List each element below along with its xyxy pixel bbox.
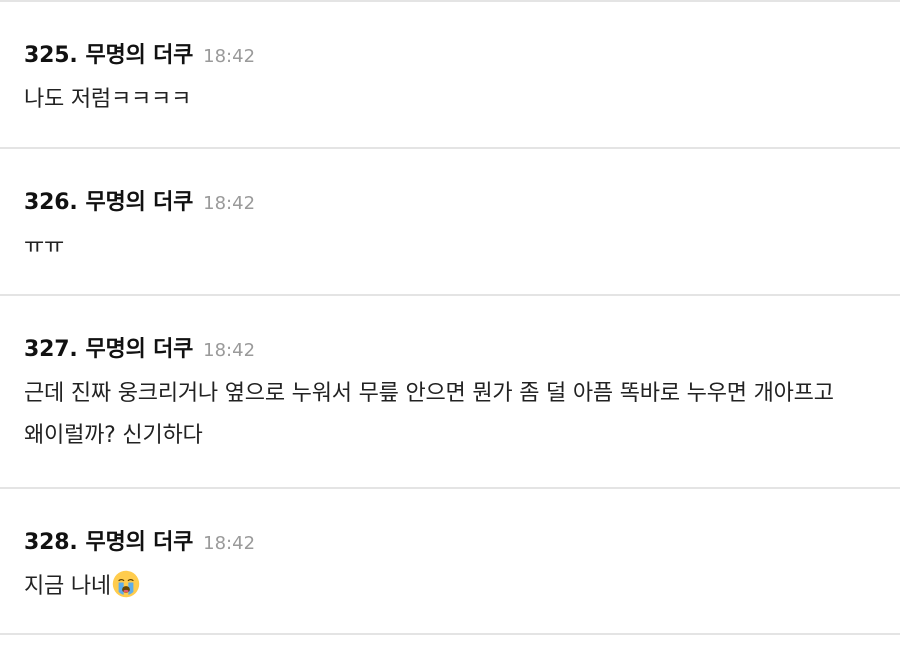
comment-item: 328. 무명의 더쿠 18:42 지금 나네 xyxy=(0,488,900,634)
comment-author: 무명의 더쿠 xyxy=(85,190,194,215)
comment-number[interactable]: 327. xyxy=(24,337,78,362)
comment-header: 327. 무명의 더쿠 18:42 xyxy=(24,331,255,363)
comment-header: 325. 무명의 더쿠 18:42 xyxy=(24,37,255,69)
comment-author: 무명의 더쿠 xyxy=(85,530,194,555)
comment-time: 18:42 xyxy=(203,46,256,67)
comment-body: 지금 나네 xyxy=(24,574,111,599)
comment-body: 나도 저럼ㅋㅋㅋㅋ xyxy=(24,87,192,112)
comment-header: 328. 무명의 더쿠 18:42 xyxy=(24,524,255,556)
comment-item: 325. 무명의 더쿠 18:42 나도 저럼ㅋㅋㅋㅋ xyxy=(0,0,900,148)
loudly-crying-face-icon xyxy=(112,570,140,598)
comment-author: 무명의 더쿠 xyxy=(85,43,194,68)
comment-number[interactable]: 328. xyxy=(24,530,78,555)
comment-item: 326. 무명의 더쿠 18:42 ㅠㅠ xyxy=(0,148,900,295)
comment-time: 18:42 xyxy=(203,193,256,214)
divider xyxy=(0,633,900,635)
comment-item: 327. 무명의 더쿠 18:42 근데 진짜 웅크리거나 옆으로 누워서 무릎… xyxy=(0,295,900,488)
comment-header: 326. 무명의 더쿠 18:42 xyxy=(24,184,255,216)
comment-body: 근데 진짜 웅크리거나 옆으로 누워서 무릎 안으면 뭔가 좀 덜 아픔 똑바로… xyxy=(24,381,834,448)
comment-time: 18:42 xyxy=(203,533,256,554)
comment-body-wrap: 지금 나네 xyxy=(24,566,880,608)
comment-number[interactable]: 326. xyxy=(24,190,78,215)
comment-body: ㅠㅠ xyxy=(24,234,65,259)
comment-author: 무명의 더쿠 xyxy=(85,337,194,362)
comment-thread: 325. 무명의 더쿠 18:42 나도 저럼ㅋㅋㅋㅋ 326. 무명의 더쿠 … xyxy=(0,0,900,647)
comment-number[interactable]: 325. xyxy=(24,43,78,68)
comment-time: 18:42 xyxy=(203,340,256,361)
